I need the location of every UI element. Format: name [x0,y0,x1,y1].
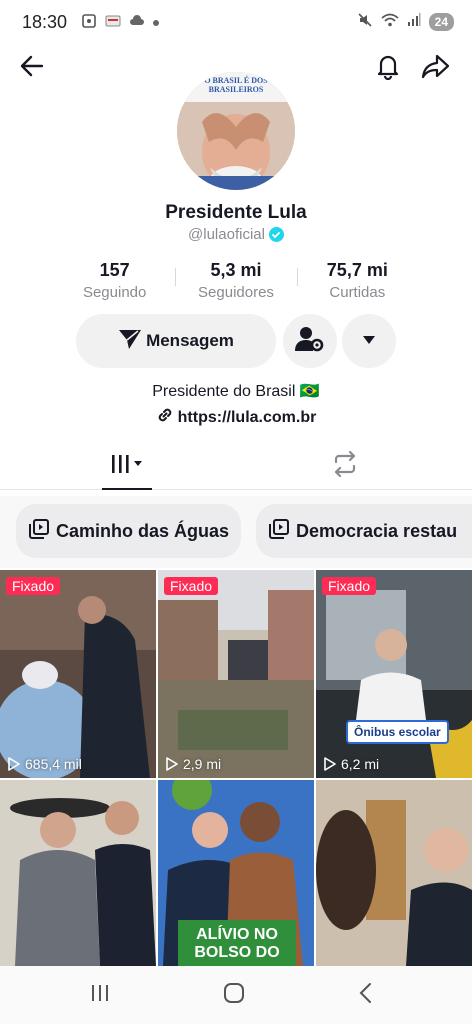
notification-icons [81,13,160,32]
play-icon [8,757,20,771]
playlist-chip[interactable]: Democracia restau [256,504,472,558]
caret-down-icon [362,332,376,350]
link-icon [156,406,174,429]
nav-back-button[interactable] [346,978,386,1012]
profile-bio: Presidente do Brasil 🇧🇷 [152,383,320,400]
playlist-icon [268,518,290,545]
back-button[interactable] [12,48,52,88]
video-thumbnail[interactable]: ALÍVIO NO BOLSO DO [158,780,314,966]
video-thumbnail-image [316,780,472,966]
active-tab-indicator [102,488,152,490]
playlists-row: Caminho das Águas Democracia restau [0,496,472,568]
video-views: 685,4 mil [7,756,82,772]
video-overlay-text: ALÍVIO NO BOLSO DO [194,926,280,961]
dot-icon [153,15,160,29]
more-dropdown-button[interactable] [342,314,396,368]
send-icon [118,328,142,355]
recent-apps-button[interactable] [80,978,120,1012]
pinned-badge: Fixado [164,577,219,595]
video-thumbnail[interactable] [316,780,472,966]
video-views: 6,2 mi [323,756,379,772]
playlist-chip[interactable]: Caminho das Águas [16,504,242,558]
stat-followers[interactable]: 5,3 mi Seguidores [175,258,296,304]
user-settings-button[interactable] [283,314,337,368]
stat-value: 75,7 mi [326,260,388,280]
stat-label: Seguindo [82,284,147,301]
video-view-count: 685,4 mil [25,756,82,772]
profile-avatar[interactable]: O BRASIL É DOS BRASILEIROS [177,72,295,190]
video-grid-icon [110,454,144,479]
tab-videos[interactable] [102,442,152,490]
notification-bell-button[interactable] [368,48,408,88]
arrow-left-icon [18,52,46,85]
screenshot-icon [81,13,97,32]
system-nav-bar [0,966,472,1024]
status-bar: 18:30 24 [0,0,472,44]
home-icon [223,982,245,1009]
video-overlay-text: Ônibus escolar [346,720,449,744]
stat-value: 157 [99,260,130,280]
share-button[interactable] [416,48,456,88]
stat-label: Seguidores [198,284,274,301]
play-icon [166,757,178,771]
playlist-label: Democracia restau [296,520,458,541]
profile-link-text: https://lula.com.br [177,408,317,426]
video-thumbnail[interactable]: Fixado 2,9 mi [158,570,314,778]
content-tabs [0,442,472,490]
tab-reposts[interactable] [320,442,370,490]
video-thumbnail[interactable]: Fixado Ônibus escolar 6,2 mi [316,570,472,778]
video-thumbnail[interactable] [0,780,156,966]
avatar-caption: O BRASIL É DOS BRASILEIROS [204,76,268,94]
profile-handle-row: @lulaoficial [0,226,472,243]
system-icons: 24 [357,12,454,33]
message-button-label: Mensagem [146,331,234,350]
cloud-icon [129,14,145,30]
share-arrow-icon [421,52,451,85]
verified-badge-icon [268,227,284,242]
pinned-badge: Fixado [6,577,61,595]
profile-actions: Mensagem [0,314,472,368]
profile-handle: @lulaoficial [188,226,265,243]
mute-icon [357,12,373,33]
video-thumbnail-image [0,570,156,778]
video-grid: Fixado 685,4 mil Fixado 2,9 mi Fixado Ôn… [0,570,472,966]
stat-following[interactable]: 157 Seguindo [54,258,175,304]
play-icon [324,757,336,771]
message-button[interactable]: Mensagem [76,314,276,368]
video-thumbnail-image [0,780,156,966]
video-thumbnail[interactable]: Fixado 685,4 mil [0,570,156,778]
video-thumbnail-image [316,570,472,778]
profile-name: Presidente Lula [165,202,307,223]
signal-icon [407,12,421,32]
pinned-badge: Fixado [322,577,377,595]
user-gear-icon [295,325,325,358]
video-view-count: 6,2 mi [341,756,380,772]
chevron-left-icon [358,982,374,1009]
stat-value: 5,3 mi [210,260,262,280]
battery-indicator: 24 [428,13,454,31]
video-view-count: 2,9 mi [183,756,222,772]
bell-icon [374,52,402,85]
stat-label: Curtidas [329,284,386,301]
video-views: 2,9 mi [165,756,221,772]
playlist-label: Caminho das Águas [56,520,230,541]
profile-link[interactable]: https://lula.com.br [0,406,472,429]
wifi-icon [381,13,399,32]
profile-stats: 157 Seguindo 5,3 mi Seguidores 75,7 mi C… [54,258,418,304]
stat-likes[interactable]: 75,7 mi Curtidas [296,258,418,304]
app-notification-icon [105,15,121,30]
home-button[interactable] [214,978,254,1012]
repost-icon [331,450,359,482]
status-time: 18:30 [22,11,68,32]
recent-apps-icon [89,983,111,1008]
video-thumbnail-image [158,570,314,778]
playlist-icon [28,518,50,545]
